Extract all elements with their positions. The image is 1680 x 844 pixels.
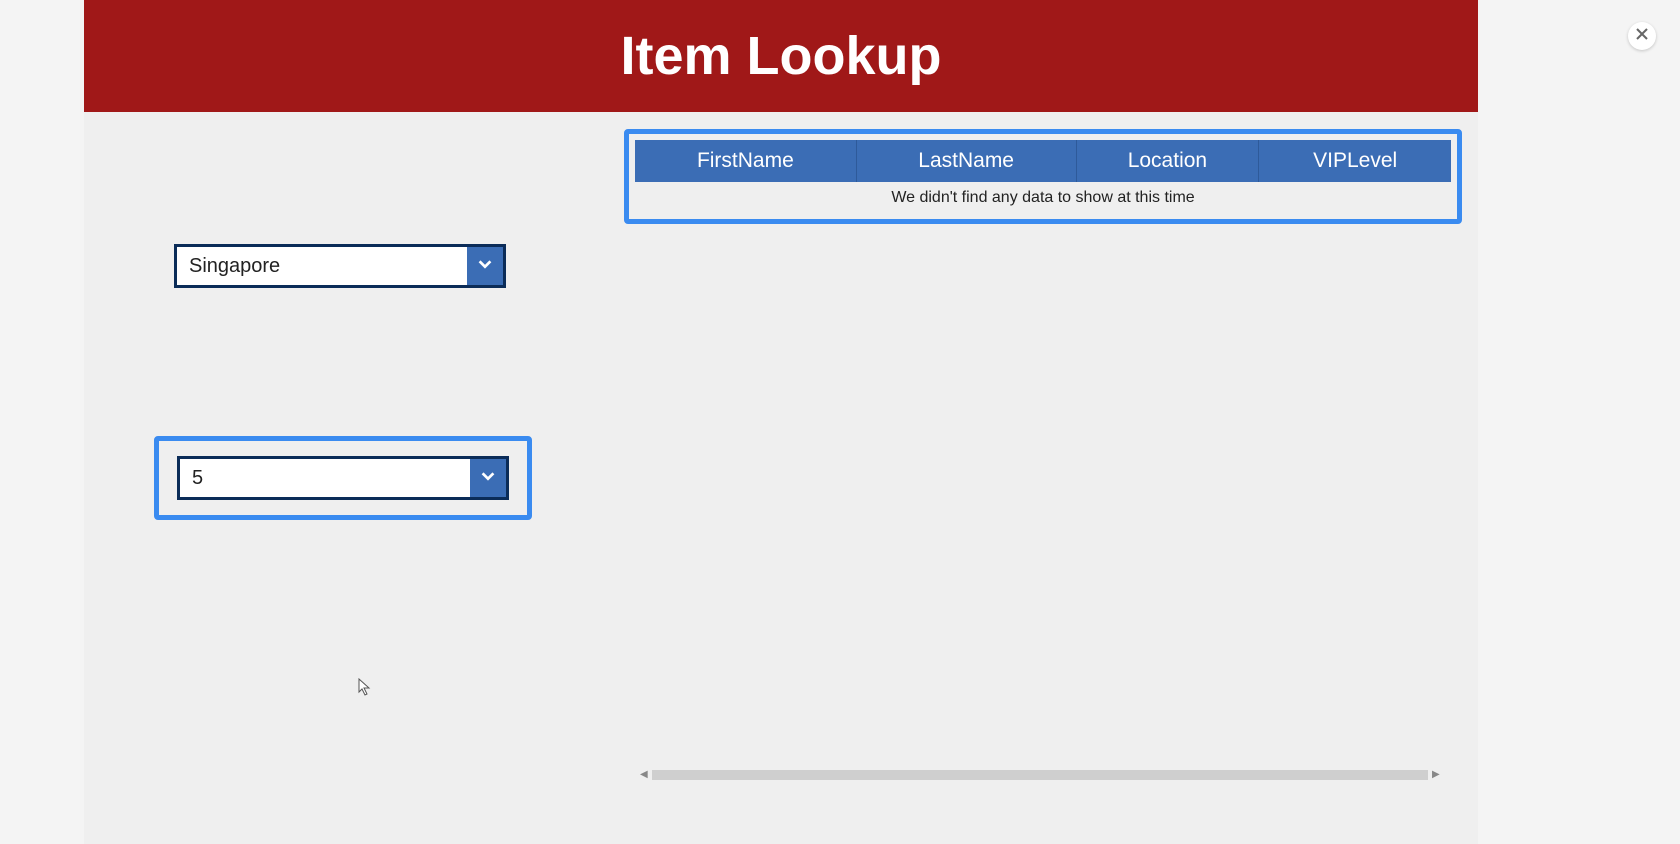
column-header-viplevel[interactable]: VIPLevel [1259, 140, 1451, 182]
level-dropdown-toggle[interactable] [470, 459, 506, 497]
level-dropdown-highlight: 5 [154, 436, 532, 520]
page-title: Item Lookup [621, 25, 942, 87]
horizontal-scrollbar[interactable]: ◀ ▶ [640, 769, 1440, 781]
scroll-left-arrow-icon[interactable]: ◀ [640, 770, 648, 780]
column-header-firstname[interactable]: FirstName [635, 140, 856, 182]
level-dropdown-value: 5 [180, 459, 470, 497]
scrollbar-track[interactable] [652, 770, 1428, 780]
location-dropdown-toggle[interactable] [467, 247, 503, 285]
empty-state-message: We didn't find any data to show at this … [635, 182, 1451, 213]
scrollbar-thumb[interactable] [652, 770, 1428, 780]
empty-state-row: We didn't find any data to show at this … [635, 182, 1451, 213]
results-table: FirstName LastName Location VIPLevel We … [635, 140, 1451, 213]
chevron-down-icon [476, 255, 494, 278]
close-icon [1635, 27, 1649, 46]
header-bar: Item Lookup [84, 0, 1478, 112]
content-area: FirstName LastName Location VIPLevel We … [84, 112, 1478, 844]
scroll-right-arrow-icon[interactable]: ▶ [1432, 770, 1440, 780]
chevron-down-icon [479, 467, 497, 490]
level-dropdown[interactable]: 5 [177, 456, 509, 500]
column-header-location[interactable]: Location [1076, 140, 1259, 182]
close-button[interactable] [1628, 22, 1656, 50]
location-dropdown-value: Singapore [177, 247, 467, 285]
results-table-region: FirstName LastName Location VIPLevel We … [624, 129, 1462, 224]
column-header-lastname[interactable]: LastName [856, 140, 1076, 182]
location-dropdown[interactable]: Singapore [174, 244, 506, 288]
app-canvas: Item Lookup FirstName LastName Location … [84, 0, 1478, 844]
